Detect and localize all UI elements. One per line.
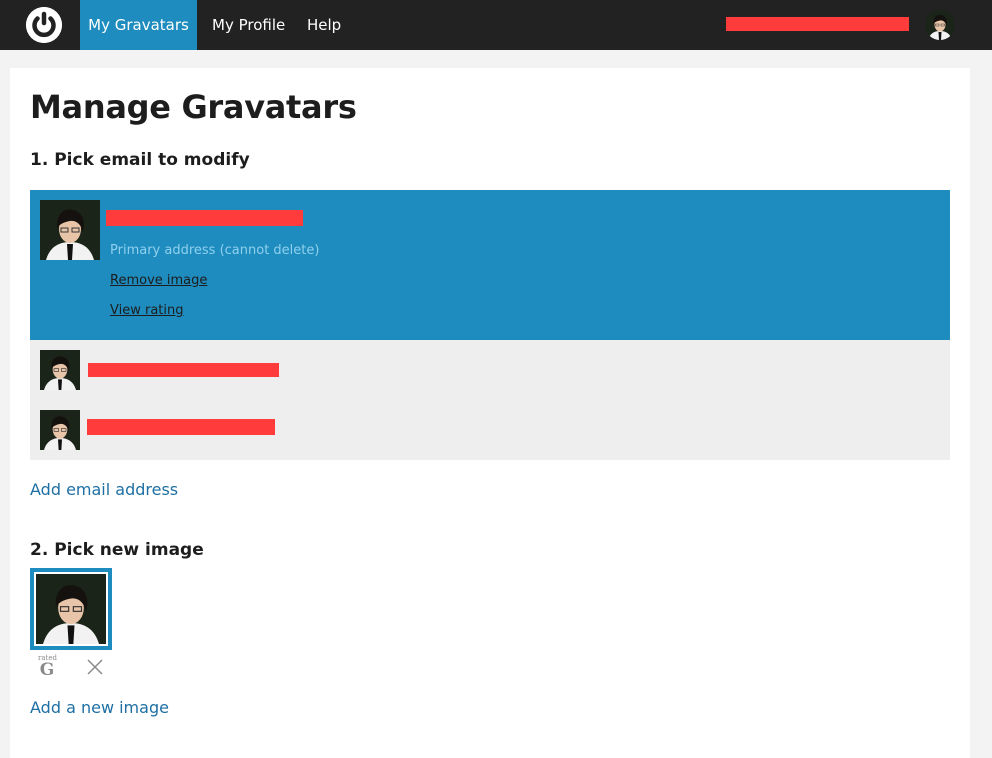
add-new-image-link[interactable]: Add a new image [30,698,169,717]
email-address-redacted [106,210,303,226]
user-avatar-icon[interactable] [925,10,955,40]
email-avatar-thumbnail [40,350,80,390]
nav-my-gravatars[interactable]: My Gravatars [80,0,197,50]
email-item[interactable] [40,350,940,390]
view-rating-link[interactable]: View rating [110,303,184,318]
nav-my-profile[interactable]: My Profile [212,0,285,50]
manage-panel: Manage Gravatars 1. Pick email to modify… [10,68,970,758]
rating-g-badge[interactable]: rated G [38,654,57,680]
account-email-redacted[interactable] [726,17,909,31]
gravatar-image-selected[interactable] [30,568,112,650]
primary-address-note: Primary address (cannot delete) [110,243,320,258]
email-item[interactable] [40,410,940,450]
top-navigation-bar: My Gravatars My Profile Help [0,0,992,50]
page-title: Manage Gravatars [30,88,357,126]
rating-badge-letter: G [39,660,55,680]
step2-heading: 2. Pick new image [30,540,204,560]
close-icon[interactable] [86,658,104,676]
add-email-link[interactable]: Add email address [30,480,178,499]
email-address-redacted [87,419,275,435]
email-avatar-thumbnail [40,200,100,260]
gravatar-logo-icon[interactable] [26,7,62,43]
remove-image-link[interactable]: Remove image [110,273,207,288]
email-list: Primary address (cannot delete) Remove i… [30,190,950,460]
nav-help[interactable]: Help [307,0,341,50]
email-avatar-thumbnail [40,410,80,450]
email-item-selected[interactable]: Primary address (cannot delete) Remove i… [30,190,950,340]
step1-heading: 1. Pick email to modify [30,150,250,170]
email-address-redacted [88,363,279,377]
gravatar-image [36,574,106,644]
